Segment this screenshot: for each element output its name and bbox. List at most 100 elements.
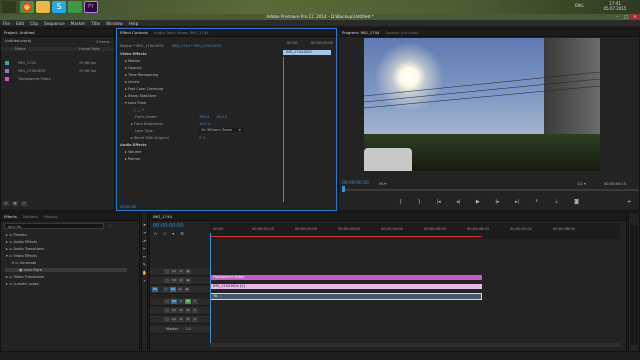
effects-search-field[interactable]: lens fla <box>4 223 104 229</box>
skype-icon[interactable]: S <box>52 1 66 13</box>
chrome-icon[interactable] <box>20 1 34 13</box>
menu-edit[interactable]: Edit <box>16 21 24 26</box>
source-patch-v1[interactable]: V1 <box>152 287 158 292</box>
tree-item-lens-flare[interactable]: ▣ Lens Flare <box>5 268 127 272</box>
spreadsheet-icon[interactable] <box>68 1 82 13</box>
folder-icon[interactable] <box>36 1 50 13</box>
effect-opacity[interactable]: ▸ Opacity <box>125 66 142 70</box>
master-clip-selector[interactable]: Master * IMG_1744.MOV <box>120 44 164 48</box>
blend-value[interactable]: 0 % <box>199 136 206 140</box>
search-input[interactable]: lens fla <box>5 225 21 229</box>
track-lock-icon[interactable]: ▢ <box>163 287 169 292</box>
menu-marker[interactable]: Marker <box>71 21 85 26</box>
list-view-icon[interactable]: ≡ <box>3 201 9 206</box>
video-frame[interactable] <box>364 38 600 171</box>
tab-effects[interactable]: Effects <box>4 214 17 219</box>
step-forward-icon[interactable]: |▸ <box>495 199 499 205</box>
mini-timeline-clip[interactable]: IMG_1744.MOV <box>283 50 331 55</box>
solo-button[interactable]: S <box>192 308 198 313</box>
track-header-a2[interactable]: ▢ A2 ⇄ M S <box>150 307 210 315</box>
step-back-icon[interactable]: ◂| <box>456 199 460 205</box>
tab-sequence[interactable]: IMG_1744 <box>153 214 172 219</box>
clip-transparent-video[interactable]: Transparent Video <box>210 275 482 280</box>
effect-controls-timecode[interactable]: 00:00:00 <box>120 205 136 209</box>
mask-tools[interactable]: ○ □ ✎ <box>133 108 145 112</box>
timeline-timecode[interactable]: 00:00:00:00 <box>153 224 184 229</box>
menu-clip[interactable]: Clip <box>30 21 38 26</box>
effect-fast-color-corrector[interactable]: ▸ Fast Color Corrector <box>125 87 164 91</box>
column-frame-rate[interactable]: Frame Rate <box>79 47 100 51</box>
menu-title[interactable]: Title <box>91 21 100 26</box>
tab-effect-controls[interactable]: Effect Controls <box>120 30 148 35</box>
effect-sharp-stabilizer[interactable]: ▸ Sharp Stabilizer <box>125 94 156 98</box>
program-timecode[interactable]: 00:00:00:00 <box>342 181 369 186</box>
sync-lock-icon[interactable]: ⇄ <box>178 308 184 313</box>
effect-levels[interactable]: ▸ Levels <box>125 80 139 84</box>
ripple-edit-tool-icon[interactable]: ⟛ <box>142 237 147 245</box>
sync-lock-icon[interactable]: ⇄ <box>178 317 184 322</box>
tab-project[interactable]: Project: Untitled <box>4 30 35 35</box>
mute-button[interactable]: M <box>185 308 191 313</box>
add-button-icon[interactable]: + <box>627 199 631 205</box>
lift-icon[interactable]: ⇡ <box>535 199 539 205</box>
sync-lock-icon[interactable]: ⇄ <box>178 278 184 283</box>
project-item[interactable]: IMG_1744.MOV 29,98 fps <box>5 69 113 73</box>
lang-indicator[interactable]: ENG <box>575 3 584 8</box>
go-to-out-icon[interactable]: ▸| <box>515 199 519 205</box>
mini-playhead[interactable] <box>283 57 284 202</box>
program-scrubber[interactable] <box>342 189 638 191</box>
snap-icon[interactable]: ∩ <box>154 231 157 236</box>
track-header-v1[interactable]: V1 ▢ V1 ⇄ ◉ <box>150 286 210 294</box>
time-ruler[interactable]: 00:00 00:00:01:00 00:00:02:00 00:00:03:0… <box>210 223 620 239</box>
linked-selection-icon[interactable]: ⊂ <box>163 231 166 236</box>
tab-markers[interactable]: Markers <box>23 214 38 219</box>
project-item[interactable]: Transparent Video <box>5 77 113 81</box>
clip-video[interactable]: IMG_1744.MOV [V] <box>210 284 482 289</box>
tab-audio-track-mixer[interactable]: Audio Track Mixer: IMG_1744 <box>154 30 209 35</box>
flare-center-x[interactable]: 780,8 <box>199 115 209 119</box>
start-icon[interactable] <box>2 1 16 13</box>
track-header-v2[interactable]: ▢ V2 ⇄ ◉ <box>150 277 210 285</box>
effect-motion[interactable]: ▸ Motion <box>125 59 140 63</box>
selection-tool-icon[interactable]: ➤ <box>142 221 147 229</box>
settings-icon[interactable]: ⚙ <box>180 231 184 236</box>
extract-icon[interactable]: ⇣ <box>554 199 558 205</box>
clip-audio[interactable]: fx <box>210 293 482 300</box>
track-lock-icon[interactable]: ▢ <box>164 299 170 304</box>
track-header-master[interactable]: Master 0.0 <box>150 326 210 334</box>
tree-item-lumetri-looks[interactable]: ▸ ▭ Lumetri Looks <box>6 282 39 286</box>
timeline-scrollbar[interactable] <box>210 343 620 347</box>
menu-window[interactable]: Window <box>106 21 123 26</box>
mark-out-icon[interactable]: } <box>418 199 421 205</box>
razor-tool-icon[interactable]: ✂ <box>142 245 147 253</box>
mute-button[interactable]: M <box>185 299 191 304</box>
tree-item-audio-transitions[interactable]: ▸ ▭ Audio Transitions <box>6 247 44 251</box>
solo-button[interactable]: S <box>192 299 198 304</box>
track-lock-icon[interactable]: ▢ <box>164 269 170 274</box>
sync-lock-icon[interactable]: ⇄ <box>178 269 184 274</box>
tab-program[interactable]: Program: IMG_1744 <box>342 30 379 35</box>
effect-panner[interactable]: ▸ Panner <box>125 157 140 161</box>
effect-time-remapping[interactable]: ▸ Time Remapping <box>125 73 158 77</box>
menu-sequence[interactable]: Sequence <box>44 21 65 26</box>
eye-icon[interactable]: ◉ <box>184 287 190 292</box>
solo-button[interactable]: S <box>192 317 198 322</box>
sequence-clip-selector[interactable]: IMG_1744 * IMG_1744.MOV <box>172 44 221 48</box>
tree-item-video-transitions[interactable]: ▸ ▭ Video Transitions <box>6 275 44 279</box>
tree-item-presets[interactable]: ▸ ▭ Presets <box>6 233 27 237</box>
tree-item-video-effects[interactable]: ▾ ▭ Video Effects <box>6 254 37 258</box>
slip-tool-icon[interactable]: ↔ <box>142 253 147 261</box>
hand-tool-icon[interactable]: ✋ <box>142 269 147 277</box>
export-frame-icon[interactable]: ◙ <box>574 199 579 205</box>
mark-in-icon[interactable]: { <box>399 199 402 205</box>
resolution-dropdown[interactable]: 1/2 ▾ <box>577 182 586 186</box>
zoom-tool-icon[interactable]: ⌕ <box>142 277 147 285</box>
track-lock-icon[interactable]: ▢ <box>164 317 170 322</box>
sync-lock-icon[interactable]: ⇄ <box>178 299 184 304</box>
add-marker-icon[interactable]: ▾ <box>172 231 174 236</box>
effect-volume[interactable]: ▸ Volume <box>125 150 141 154</box>
mute-button[interactable]: M <box>185 317 191 322</box>
project-item[interactable]: IMG_1744 29,98 fps <box>5 61 113 65</box>
go-to-in-icon[interactable]: |◂ <box>436 199 440 205</box>
premiere-icon[interactable]: Pr <box>84 1 98 13</box>
